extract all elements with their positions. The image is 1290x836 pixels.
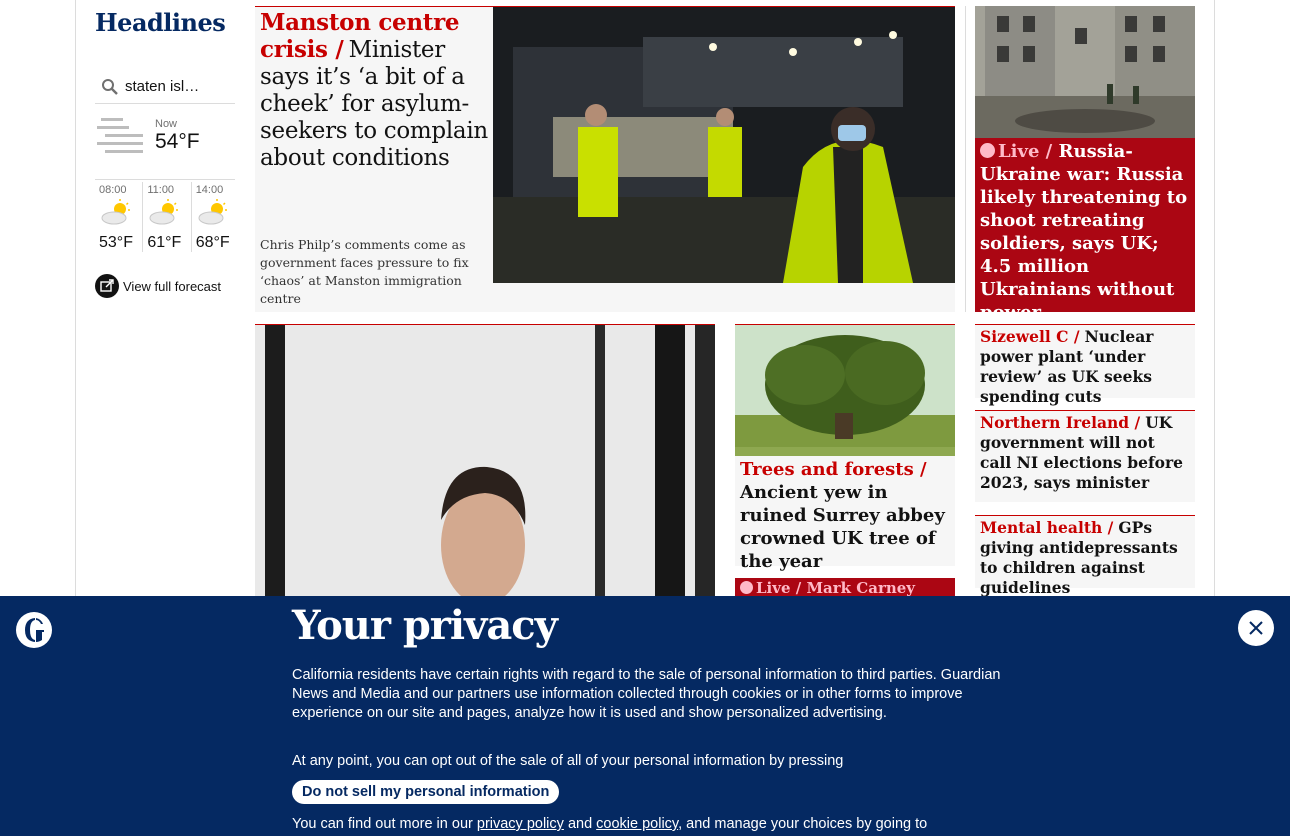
live-story-headline: Live / Russia-Ukraine war: Russia likely… [980, 140, 1192, 324]
external-link-icon [95, 274, 119, 298]
forecast-item: 14:00 68°F [192, 182, 240, 252]
live-story-card[interactable]: Live / Russia-Ukraine war: Russia likely… [975, 6, 1195, 323]
privacy-paragraph: California residents have certain rights… [292, 667, 1001, 721]
privacy-text: You can find out more in our [292, 816, 473, 832]
close-button[interactable] [1238, 610, 1274, 646]
weather-now-label: Now [155, 118, 178, 130]
weather-location: staten isl… [125, 78, 200, 95]
forecast-temp: 68°F [195, 234, 230, 251]
tree-story-image [735, 325, 955, 456]
guardian-logo-icon [16, 612, 52, 648]
lead-standfirst: Chris Philp’s comments come as governmen… [260, 237, 469, 306]
privacy-paragraph: At any point, you can opt out of the sal… [292, 753, 844, 769]
forecast-item: 11:00 61°F [143, 182, 192, 252]
live-label: Live / [756, 579, 802, 597]
weather-location-search[interactable]: staten isl… [95, 70, 235, 104]
cookie-policy-link[interactable]: cookie policy [596, 816, 678, 832]
privacy-paragraph: You can find out more in our privacy pol… [292, 815, 1002, 834]
forecast-temp: 61°F [147, 234, 182, 251]
sun-cloud-icon [196, 198, 230, 228]
column-divider [965, 6, 966, 312]
story-kicker: Mental health / [980, 518, 1114, 537]
forecast-time: 14:00 [195, 184, 224, 196]
story-card-small[interactable]: Mental health / GPs giving antidepressan… [975, 515, 1195, 597]
weather-forecast: 08:00 53°F 11:00 61°F 14:00 68°F [95, 182, 240, 252]
close-icon [1249, 621, 1263, 635]
live-headline-text: Russia-Ukraine war: Russia likely threat… [980, 141, 1188, 323]
forecast-item: 08:00 53°F [95, 182, 144, 252]
lead-image [493, 7, 955, 283]
tree-story-headline: Trees and forests / Ancient yew in ruine… [740, 458, 952, 573]
view-full-forecast-label: View full forecast [123, 278, 222, 294]
story-card-small[interactable]: Northern Ireland / UK government will no… [975, 410, 1195, 502]
do-not-sell-button[interactable]: Do not sell my personal information [292, 780, 560, 804]
story-headline: Ancient yew in ruined Surrey abbey crown… [740, 482, 945, 572]
story-card-small[interactable]: Sizewell C / Nuclear power plant ‘under … [975, 324, 1195, 406]
privacy-text: , and manage your choices by going to [678, 816, 928, 832]
privacy-banner: Your privacy California residents have c… [0, 596, 1290, 836]
weather-now-temp: 54°F [155, 130, 200, 153]
forecast-time: 08:00 [99, 184, 127, 196]
live-story-image [975, 6, 1195, 138]
privacy-text: and [567, 816, 593, 832]
lead-story-card[interactable]: Manston centre crisis / Minister says it… [255, 6, 955, 312]
privacy-policy-link[interactable]: privacy policy [477, 816, 564, 832]
tree-story-card[interactable]: Trees and forests / Ancient yew in ruine… [735, 324, 955, 572]
fog-icon [97, 114, 145, 158]
section-title: Headlines [95, 8, 226, 37]
story-headline: Mark Carney [806, 579, 916, 597]
story-kicker: Sizewell C / [980, 327, 1080, 346]
lead-headline: Manston centre crisis / Minister says it… [260, 9, 488, 172]
view-full-forecast-link[interactable]: View full forecast [95, 274, 221, 298]
forecast-time: 11:00 [147, 184, 175, 196]
forecast-temp: 53°F [99, 234, 133, 251]
sun-cloud-icon [147, 198, 181, 228]
weather-now: Now 54°F [95, 108, 235, 180]
story-kicker: Northern Ireland / [980, 413, 1141, 432]
live-pulse-icon [980, 143, 995, 158]
live-pulse-icon [740, 581, 753, 594]
live-label: Live / [998, 141, 1053, 162]
sun-cloud-icon [99, 198, 133, 228]
story-kicker: Trees and forests / [740, 459, 927, 480]
privacy-title: Your privacy [292, 602, 558, 649]
search-icon [99, 76, 121, 98]
